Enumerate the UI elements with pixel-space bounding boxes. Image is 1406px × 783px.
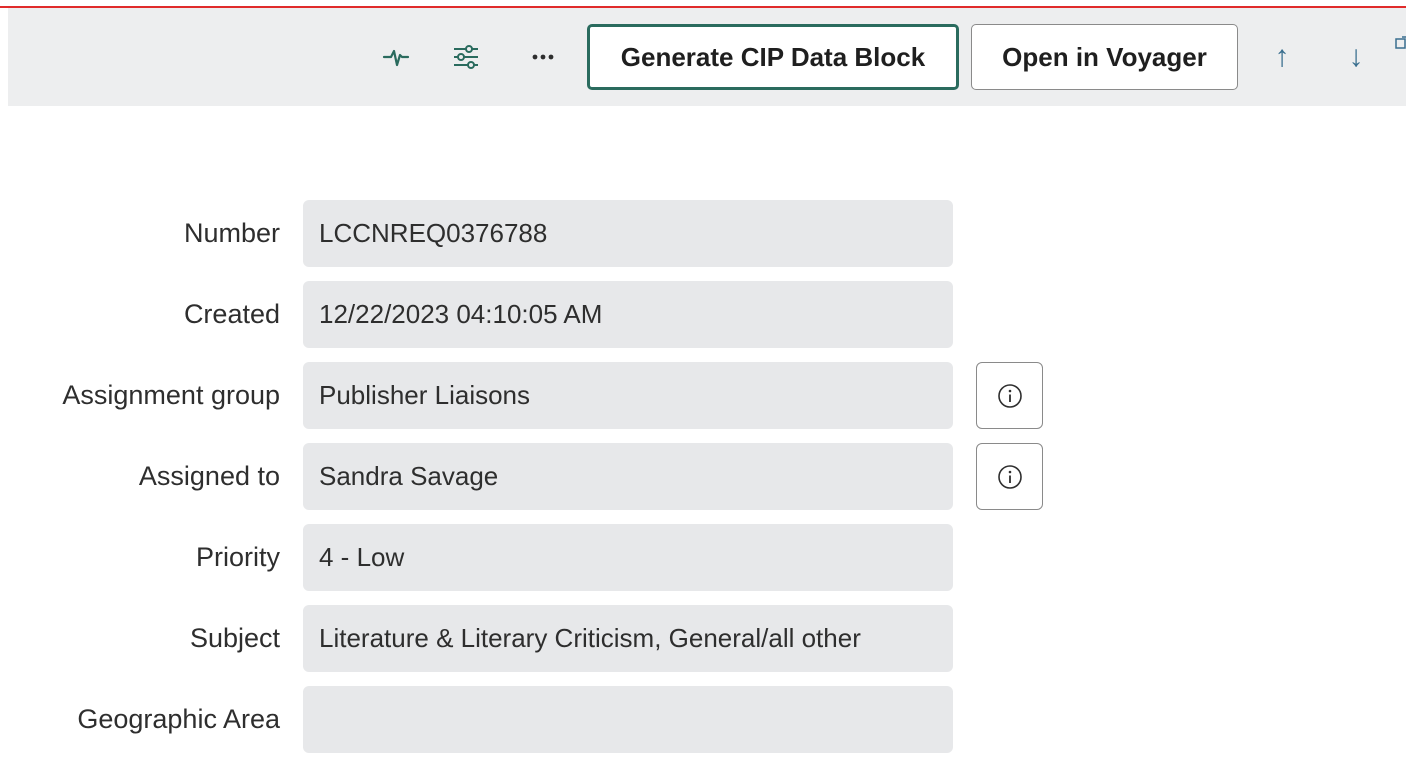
subject-label: Subject (189, 623, 280, 653)
open-in-voyager-label: Open in Voyager (1002, 41, 1207, 72)
generate-cip-data-block-button[interactable]: Generate CIP Data Block (587, 24, 959, 90)
external-link-icon[interactable] (1395, 36, 1406, 52)
external-link-icon-svg (1395, 36, 1406, 49)
activity-icon-svg (382, 49, 410, 67)
down-arrow-glyph: ↓ (1348, 40, 1364, 73)
assigned-to-info-button[interactable] (976, 443, 1043, 510)
assignment-group-field[interactable]: Publisher Liaisons (303, 362, 953, 429)
created-field[interactable]: 12/22/2023 04:10:05 AM (303, 281, 953, 348)
priority-field[interactable]: 4 - Low (303, 524, 953, 591)
top-accent-line (0, 0, 1406, 8)
assignment-group-value: Publisher Liaisons (319, 380, 531, 410)
activity-icon[interactable] (376, 37, 416, 77)
subject-field[interactable]: Literature & Literary Criticism, General… (303, 605, 953, 672)
previous-record-arrow-icon[interactable]: ↑ (1262, 37, 1302, 77)
info-icon (997, 383, 1022, 408)
number-value: LCCNREQ0376788 (319, 218, 548, 248)
subject-value: Literature & Literary Criticism, General… (319, 623, 861, 653)
info-icon (997, 464, 1022, 489)
settings-sliders-icon[interactable] (446, 37, 486, 77)
created-label: Created (183, 299, 280, 329)
assignment-group-label: Assignment group (62, 380, 280, 410)
next-record-arrow-icon[interactable]: ↓ (1336, 37, 1376, 77)
priority-value: 4 - Low (319, 542, 405, 572)
assignment-group-info-button[interactable] (976, 362, 1043, 429)
created-value: 12/22/2023 04:10:05 AM (319, 299, 603, 329)
more-options-icon[interactable] (523, 37, 563, 77)
assigned-to-value: Sandra Savage (319, 461, 499, 491)
priority-label: Priority (195, 542, 280, 572)
more-options-icon-svg (532, 54, 554, 60)
geographic-area-label: Geographic Area (77, 704, 280, 734)
geographic-area-field[interactable] (303, 686, 953, 753)
generate-cip-data-block-label: Generate CIP Data Block (620, 41, 926, 72)
assigned-to-label: Assigned to (138, 461, 280, 491)
open-in-voyager-button[interactable]: Open in Voyager (971, 24, 1238, 90)
number-field[interactable]: LCCNREQ0376788 (303, 200, 953, 267)
settings-sliders-icon-svg (454, 45, 478, 69)
assigned-to-field[interactable]: Sandra Savage (303, 443, 953, 510)
up-arrow-glyph: ↑ (1274, 40, 1290, 73)
number-label: Number (183, 218, 280, 248)
